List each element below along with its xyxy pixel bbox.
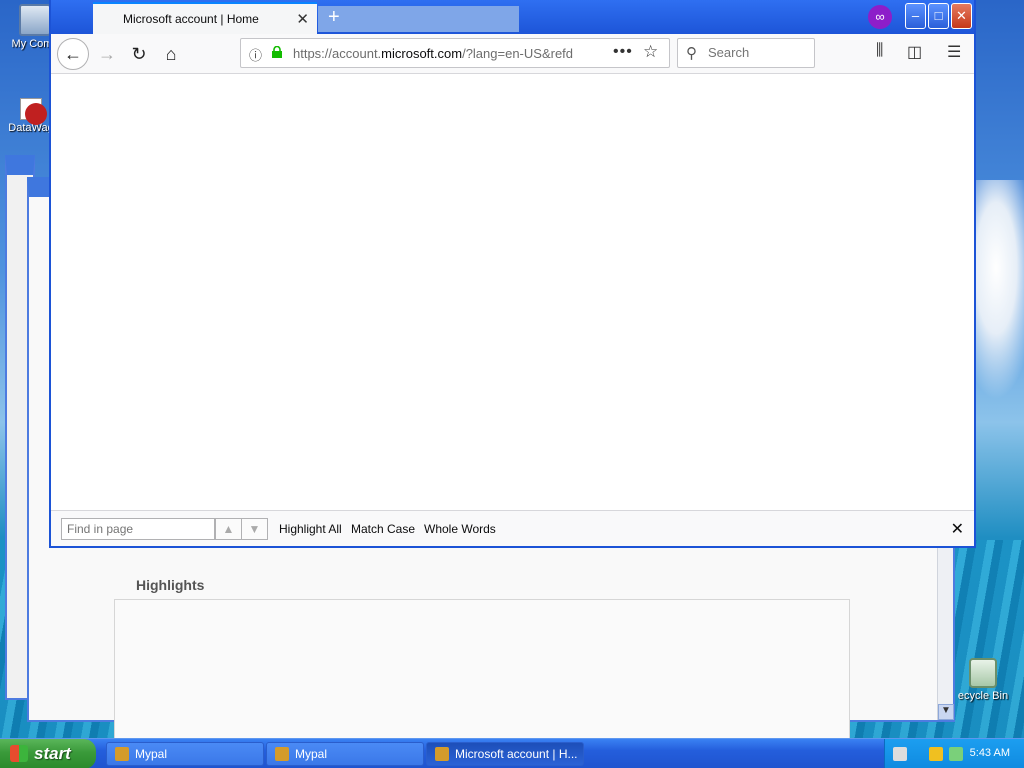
mypal-app-icon	[435, 747, 449, 761]
security-shield-icon[interactable]	[929, 747, 943, 761]
start-button[interactable]: start	[0, 739, 96, 768]
new-tab-button[interactable]: +	[318, 6, 519, 32]
reload-icon[interactable]: ↻	[125, 40, 153, 68]
url-text[interactable]: https://account.microsoft.com/?lang=en-U…	[293, 46, 583, 61]
url-prefix: https://account.	[293, 46, 382, 61]
mypal-app-icon	[275, 747, 289, 761]
network-icon[interactable]	[949, 747, 963, 761]
browser-titlebar[interactable]: Microsoft account | Home ✕ + ∞ – □ ✕	[51, 0, 974, 34]
find-in-page-input[interactable]	[61, 518, 215, 540]
taskbar-item-label: Mypal	[295, 747, 328, 761]
system-tray: 5:43 AM	[884, 739, 1024, 768]
clock: 5:43 AM	[969, 747, 1010, 759]
lock-icon[interactable]	[271, 46, 283, 58]
search-icon: ⚲	[686, 45, 697, 62]
desktop-icon-label: ecycle Bin	[957, 690, 1009, 702]
mypal-app-icon	[115, 747, 129, 761]
highlight-all-toggle[interactable]: Highlight All	[279, 522, 342, 536]
taskbar-item-mypal[interactable]: Mypal	[266, 742, 424, 766]
star-icon[interactable]: ☆	[643, 42, 658, 62]
desktop-icon-recycle-bin[interactable]: ecycle Bin	[948, 658, 1018, 702]
keyboard-icon[interactable]	[893, 747, 907, 761]
url-suffix: /?lang=en-US&refd	[462, 46, 574, 61]
whole-words-toggle[interactable]: Whole Words	[424, 522, 496, 536]
plus-icon: +	[328, 6, 340, 28]
taskbar-item-label: Mypal	[135, 747, 168, 761]
sidebar-icon[interactable]: ◫	[907, 42, 922, 62]
library-icon[interactable]: ⫼	[876, 42, 883, 60]
find-bar: ▲ ▼ Highlight All Match Case Whole Words…	[51, 510, 974, 546]
more-dots-icon[interactable]: •••	[613, 43, 633, 61]
find-next-icon[interactable]: ▼	[241, 518, 268, 540]
match-case-toggle[interactable]: Match Case	[351, 522, 415, 536]
close-button[interactable]: ✕	[951, 3, 972, 29]
taskbar-item-label: Microsoft account | H...	[455, 747, 578, 761]
search-input[interactable]	[708, 45, 808, 60]
taskbar-item-mypal[interactable]: Mypal	[106, 742, 264, 766]
highlights-heading: Highlights	[136, 577, 205, 593]
tab-title: Microsoft account | Home	[123, 12, 259, 26]
highlights-panel	[114, 599, 850, 739]
url-domain: microsoft.com	[381, 46, 463, 61]
tab-close-icon[interactable]: ✕	[296, 10, 309, 28]
page-content[interactable]	[51, 75, 974, 510]
tab-microsoft-account[interactable]: Microsoft account | Home ✕	[93, 2, 317, 34]
recycle-bin-icon	[969, 658, 997, 688]
browser-window: Microsoft account | Home ✕ + ∞ – □ ✕ ← →…	[49, 0, 976, 548]
hamburger-menu-icon[interactable]: ☰	[947, 42, 961, 62]
find-previous-icon[interactable]: ▲	[215, 518, 242, 540]
windows-logo-icon	[10, 745, 28, 762]
url-bar[interactable]: ⓘ https://account.microsoft.com/?lang=en…	[240, 38, 670, 68]
scroll-down-arrow[interactable]: ▼	[938, 704, 954, 720]
back-arrow-icon[interactable]: ←	[57, 38, 89, 70]
private-browsing-mask-icon: ∞	[868, 5, 892, 29]
home-icon[interactable]: ⌂	[157, 40, 185, 68]
search-bar[interactable]: ⚲	[677, 38, 815, 68]
info-icon[interactable]: ⓘ	[249, 45, 262, 64]
forward-arrow-icon[interactable]: →	[93, 40, 121, 68]
shortcut-icon	[20, 98, 47, 125]
close-icon[interactable]: ✕	[951, 519, 964, 539]
minimize-button[interactable]: –	[905, 3, 926, 29]
maximize-button[interactable]: □	[928, 3, 949, 29]
taskbar-item-microsoft-account[interactable]: Microsoft account | H...	[426, 742, 584, 766]
computer-icon	[19, 4, 51, 36]
navigation-toolbar: ← → ↻ ⌂ ⓘ https://account.microsoft.com/…	[51, 34, 974, 74]
taskbar: start Mypal Mypal Microsoft account | H.…	[0, 738, 1024, 768]
start-label: start	[34, 744, 71, 763]
